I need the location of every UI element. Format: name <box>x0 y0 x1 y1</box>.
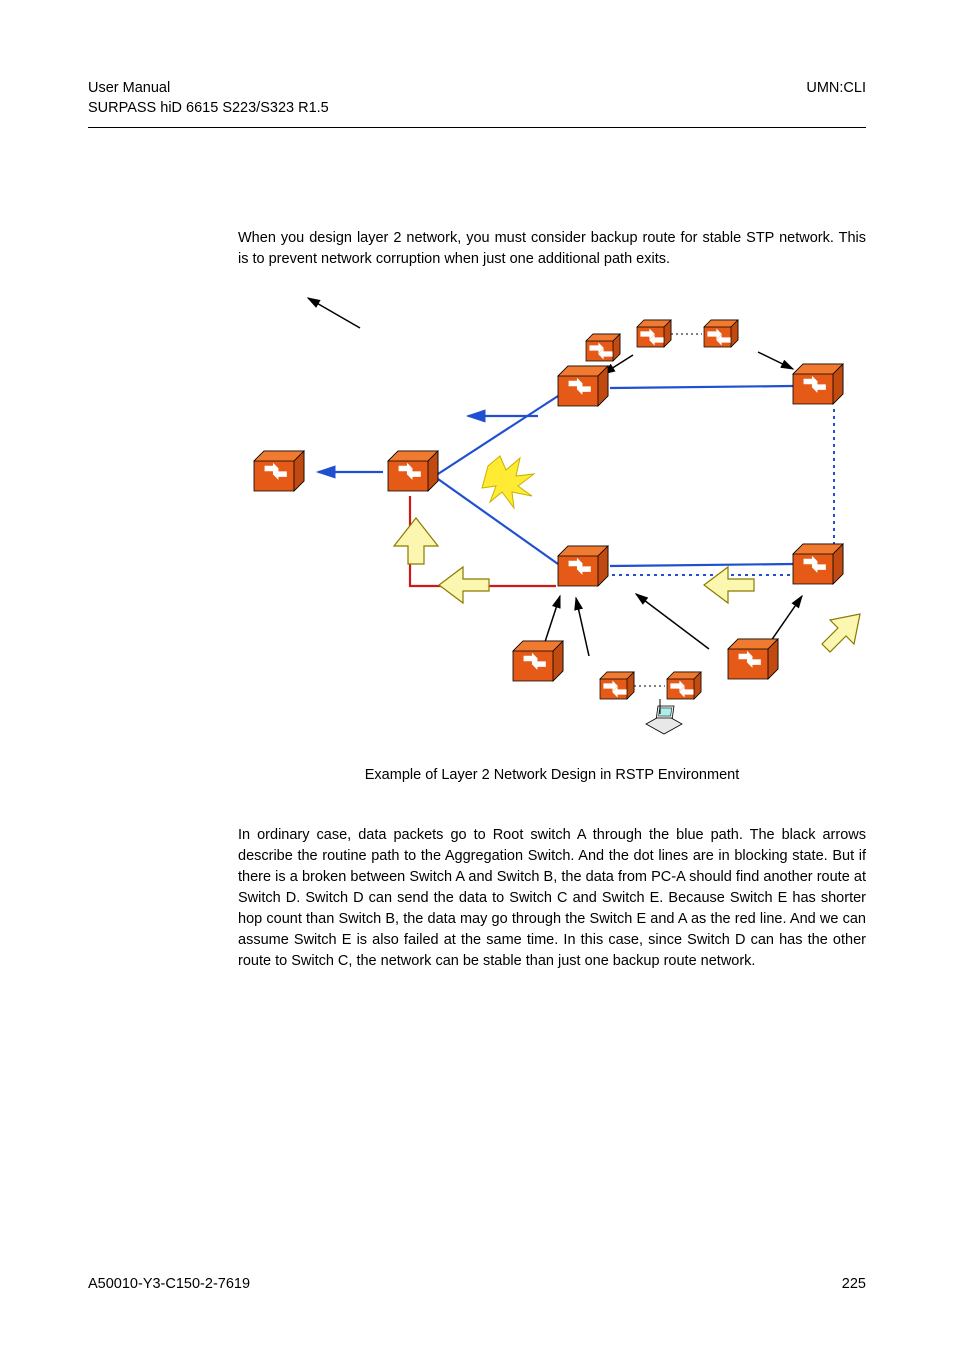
product-line: SURPASS hiD 6615 S223/S323 R1.5 <box>88 98 329 118</box>
fault-icon <box>482 456 534 508</box>
switch-g-icon <box>513 641 563 681</box>
switch-d-icon <box>558 546 608 586</box>
header-right: UMN:CLI <box>806 78 866 119</box>
manual-title: User Manual <box>88 78 329 98</box>
pc-icon <box>646 706 682 734</box>
switch-h-icon <box>728 639 778 679</box>
network-diagram <box>238 296 866 741</box>
leaf-switch-icon <box>704 320 738 347</box>
header-left: User Manual SURPASS hiD 6615 S223/S323 R… <box>88 78 329 119</box>
header-rule <box>88 127 866 128</box>
switch-c-icon <box>558 366 608 406</box>
content-block: When you design layer 2 network, you mus… <box>238 228 866 972</box>
switch-e-icon <box>793 544 843 584</box>
switch-f-icon <box>793 364 843 404</box>
page-footer: A50010-Y3-C150-2-7619 225 <box>88 1276 866 1292</box>
doc-id: A50010-Y3-C150-2-7619 <box>88 1276 250 1292</box>
page-number: 225 <box>842 1276 866 1292</box>
switch-b-icon <box>388 451 438 491</box>
paragraph-intro: When you design layer 2 network, you mus… <box>238 228 866 270</box>
leaf-switch-icon <box>600 672 634 699</box>
leaf-switch-icon <box>667 672 701 699</box>
switch-a-icon <box>254 451 304 491</box>
leaf-switch-icon <box>637 320 671 347</box>
paragraph-explanation: In ordinary case, data packets go to Roo… <box>238 825 866 972</box>
page-header: User Manual SURPASS hiD 6615 S223/S323 R… <box>88 78 866 119</box>
leaf-switch-icon <box>586 334 620 361</box>
figure-caption: Example of Layer 2 Network Design in RST… <box>238 767 866 783</box>
